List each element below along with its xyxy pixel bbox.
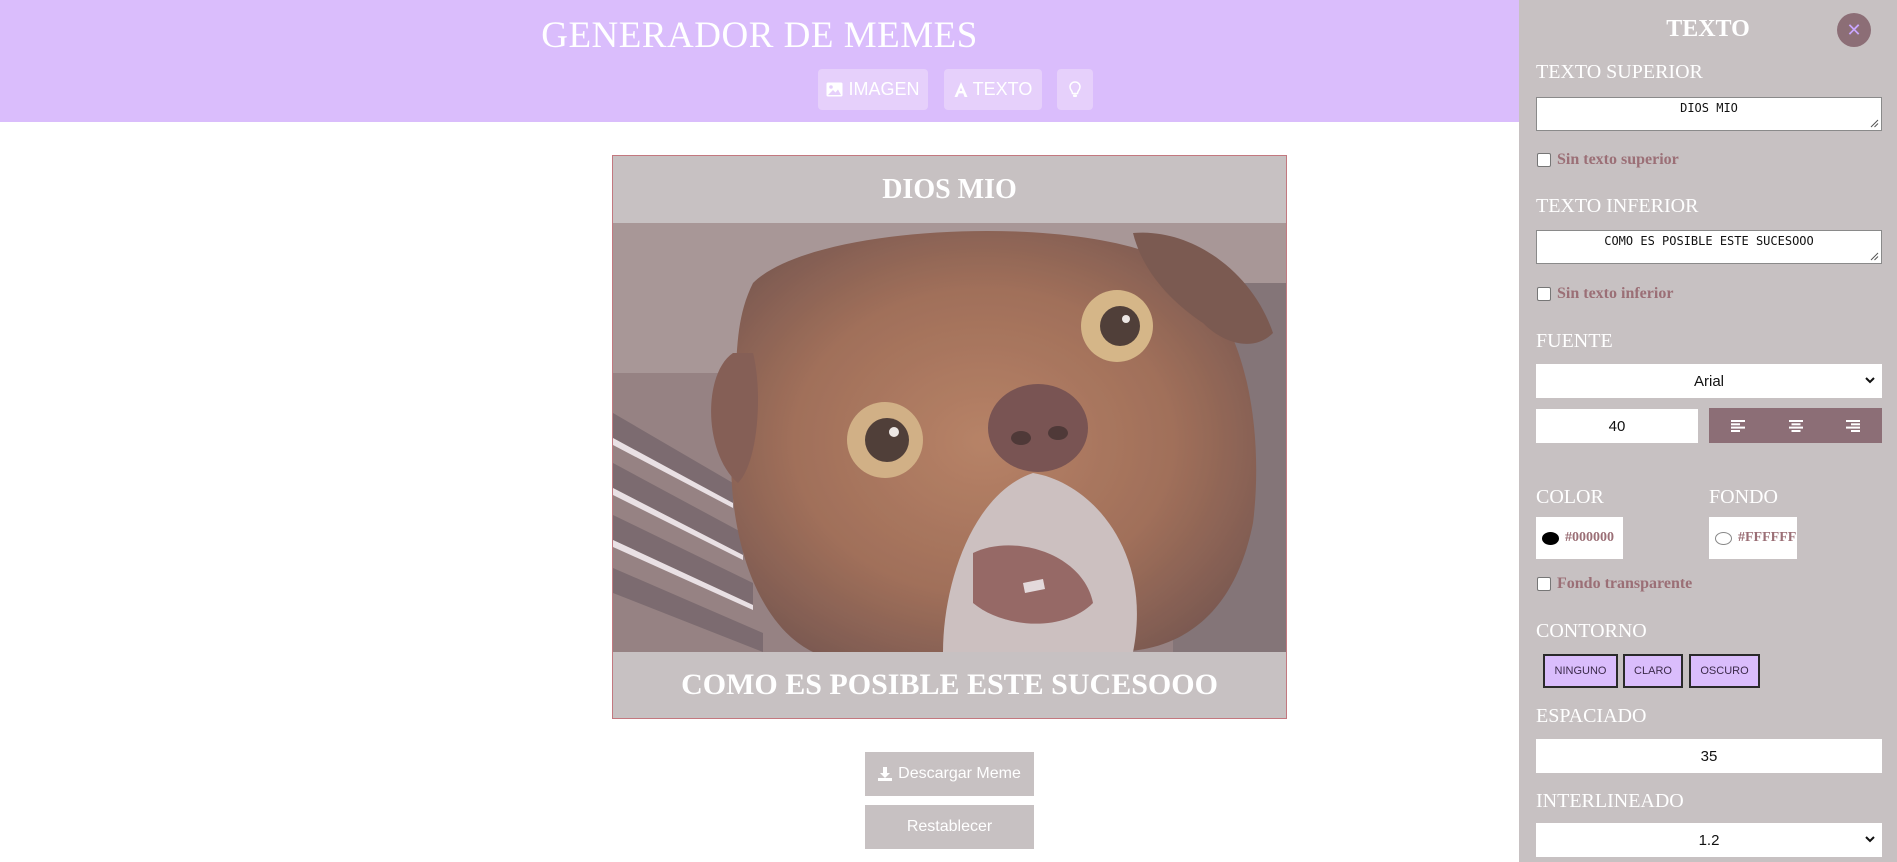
color-picker[interactable]: #000000: [1536, 517, 1623, 559]
background-swatch: [1715, 531, 1732, 545]
align-center-icon: [1788, 419, 1803, 432]
bottom-text-value: COMO ES POSIBLE ESTE SUCESOOO: [1604, 234, 1814, 248]
close-panel-button[interactable]: ✕: [1837, 13, 1871, 47]
background-picker[interactable]: #FFFFFF: [1709, 517, 1797, 559]
align-left-icon: [1730, 419, 1745, 432]
app-title: GENERADOR DE MEMES: [541, 15, 978, 56]
background-value: #FFFFFF: [1738, 530, 1797, 545]
top-text-value: DIOS MIO: [1680, 101, 1738, 115]
alignment-group: [1709, 408, 1882, 443]
outline-light-label: CLARO: [1634, 665, 1672, 677]
font-size-input[interactable]: 40: [1536, 409, 1698, 443]
align-left-button[interactable]: [1709, 408, 1767, 443]
reset-button[interactable]: Restablecer: [865, 805, 1034, 849]
chevron-down-icon: [1865, 836, 1875, 843]
checkbox-box[interactable]: [1537, 153, 1551, 167]
outline-none-label: NINGUNO: [1554, 665, 1607, 677]
checkbox-box[interactable]: [1537, 287, 1551, 301]
outline-label: CONTORNO: [1536, 620, 1647, 642]
outline-light-button[interactable]: CLARO: [1623, 654, 1683, 688]
spacing-input[interactable]: 35: [1536, 739, 1882, 773]
background-label: FONDO: [1709, 486, 1778, 508]
resize-grip-icon: [1870, 119, 1879, 128]
tab-imagen-label: IMAGEN: [848, 79, 920, 99]
main-area: GENERADOR DE MEMES IMAGEN TEXTO DIOS MIO: [0, 0, 1519, 862]
meme-bottom-text: COMO ES POSIBLE ESTE SUCESOOO: [613, 652, 1286, 718]
align-right-icon: [1846, 419, 1861, 432]
no-bottom-text-label: Sin texto inferior: [1557, 285, 1674, 302]
tab-texto-label: TEXTO: [972, 79, 1033, 99]
align-right-button[interactable]: [1824, 408, 1882, 443]
font-select-value: Arial: [1693, 372, 1724, 390]
tab-ideas[interactable]: [1057, 69, 1093, 110]
color-swatch: [1542, 531, 1559, 545]
chevron-down-icon: [1865, 377, 1875, 384]
line-height-select[interactable]: 1.2: [1536, 823, 1882, 857]
checkbox-box[interactable]: [1537, 577, 1551, 591]
align-center-button[interactable]: [1767, 408, 1825, 443]
line-height-label: INTERLINEADO: [1536, 790, 1684, 812]
color-value: #000000: [1565, 530, 1614, 545]
no-top-text-checkbox[interactable]: Sin texto superior: [1537, 151, 1679, 169]
meme-image: [613, 223, 1286, 652]
tab-texto[interactable]: TEXTO: [944, 69, 1042, 110]
color-label: COLOR: [1536, 486, 1604, 508]
transparent-background-checkbox[interactable]: Fondo transparente: [1537, 575, 1692, 593]
text-icon: [954, 82, 968, 97]
spacing-value: 35: [1700, 747, 1718, 765]
tab-imagen[interactable]: IMAGEN: [818, 69, 928, 110]
transparent-background-label: Fondo transparente: [1557, 575, 1693, 592]
meme-top-text: DIOS MIO: [613, 156, 1286, 223]
download-button[interactable]: Descargar Meme: [865, 752, 1034, 796]
download-label: Descargar Meme: [898, 765, 1021, 782]
top-text-label: TEXTO SUPERIOR: [1536, 61, 1703, 83]
bottom-text-label: TEXTO INFERIOR: [1536, 195, 1699, 217]
font-select[interactable]: Arial: [1536, 364, 1882, 398]
close-icon: ✕: [1846, 19, 1862, 40]
header: GENERADOR DE MEMES IMAGEN TEXTO: [0, 0, 1519, 122]
meme-canvas: DIOS MIO COMO ES POSIBLE ESTE SUCESOOO: [612, 155, 1287, 719]
bottom-text-input[interactable]: COMO ES POSIBLE ESTE SUCESOOO: [1536, 230, 1882, 264]
line-height-value: 1.2: [1698, 831, 1720, 849]
outline-dark-label: OSCURO: [1700, 665, 1749, 677]
lightbulb-icon: [1069, 81, 1081, 97]
text-panel: TEXTO ✕ TEXTO SUPERIOR DIOS MIO Sin text…: [1519, 0, 1897, 862]
spacing-label: ESPACIADO: [1536, 705, 1647, 727]
font-label: FUENTE: [1536, 330, 1613, 352]
reset-label: Restablecer: [906, 818, 993, 835]
image-icon: [826, 82, 843, 97]
outline-none-button[interactable]: NINGUNO: [1543, 654, 1618, 688]
no-bottom-text-checkbox[interactable]: Sin texto inferior: [1537, 285, 1673, 303]
top-text-input[interactable]: DIOS MIO: [1536, 97, 1882, 131]
font-size-value: 40: [1608, 417, 1626, 435]
resize-grip-icon: [1870, 252, 1879, 261]
no-top-text-label: Sin texto superior: [1557, 151, 1679, 168]
outline-dark-button[interactable]: OSCURO: [1689, 654, 1760, 688]
download-icon: [878, 767, 893, 781]
